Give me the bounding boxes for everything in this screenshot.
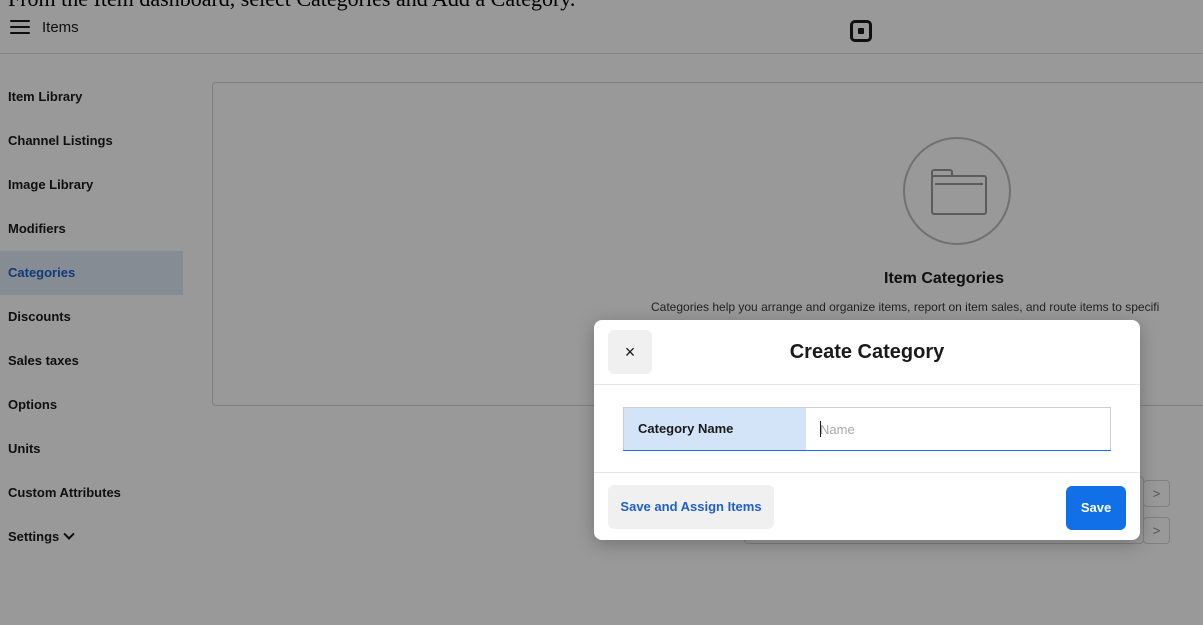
create-category-modal: × Create Category Category Name Save and…: [594, 320, 1140, 540]
category-name-field: Category Name: [623, 407, 1111, 451]
category-name-label: Category Name: [624, 408, 806, 450]
category-name-input[interactable]: [806, 408, 1110, 450]
save-button[interactable]: Save: [1066, 486, 1126, 530]
instruction-caption: From the Item dashboard, select Categori…: [0, 0, 1203, 12]
save-and-assign-items-button[interactable]: Save and Assign Items: [608, 485, 774, 529]
modal-footer: Save and Assign Items Save: [594, 472, 1140, 540]
modal-header: × Create Category: [594, 320, 1140, 385]
modal-title: Create Category: [789, 341, 945, 363]
text-caret: [820, 421, 821, 437]
